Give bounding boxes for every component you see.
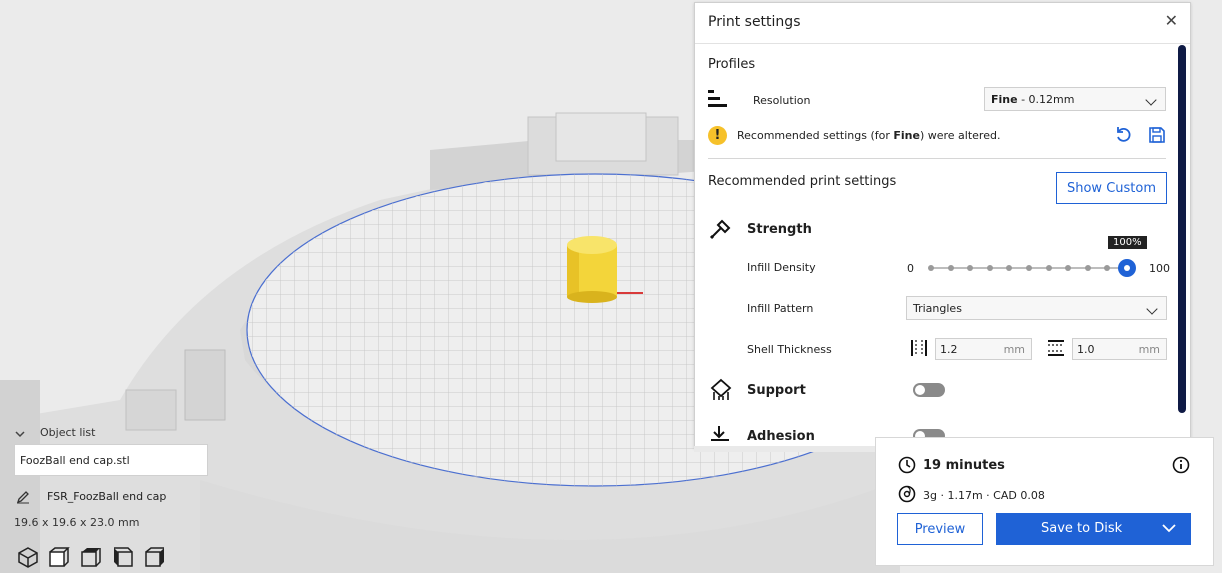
slider-tick: [947, 265, 954, 271]
object-file-name: FoozBall end cap.stl: [20, 454, 130, 467]
slider-tick: [1045, 265, 1052, 271]
hammer-icon: [709, 219, 731, 245]
clock-icon: [898, 456, 916, 478]
object-dimensions: 19.6 x 19.6 x 23.0 mm: [14, 516, 140, 529]
object-list-item[interactable]: FoozBall end cap.stl: [14, 444, 208, 476]
save-profile-icon[interactable]: [1148, 126, 1166, 148]
altered-settings-message: Recommended settings (for Fine) were alt…: [737, 129, 1001, 142]
print-time: 19 minutes: [923, 458, 1005, 473]
resolution-icon: [707, 88, 729, 114]
view-front-icon[interactable]: [48, 546, 70, 572]
model-cylinder: [567, 236, 617, 303]
resolution-label: Resolution: [753, 94, 811, 107]
material-estimate: 3g · 1.17m · CAD 0.08: [923, 489, 1045, 502]
slider-value-tooltip: 100%: [1108, 236, 1147, 249]
panel-bottom-edge: [694, 446, 876, 452]
panel-header: Print settings ✕: [695, 3, 1190, 44]
infill-pattern-select[interactable]: Triangles: [906, 296, 1167, 320]
profiles-heading: Profiles: [708, 57, 756, 72]
support-toggle[interactable]: [913, 383, 945, 397]
infill-pattern-value: Triangles: [913, 302, 962, 315]
support-icon: [709, 378, 733, 406]
chevron-down-icon[interactable]: [1162, 522, 1176, 537]
chevron-down-icon: [1146, 303, 1158, 315]
shell-thickness-label: Shell Thickness: [747, 343, 832, 356]
object-list-chevron-icon[interactable]: [15, 424, 25, 438]
infill-density-slider-handle[interactable]: [1118, 259, 1136, 277]
info-icon[interactable]: [1172, 456, 1190, 478]
top-bottom-thickness-icon: [1046, 338, 1066, 362]
show-custom-button[interactable]: Show Custom: [1056, 172, 1167, 204]
preview-button[interactable]: Preview: [897, 513, 983, 545]
strength-heading: Strength: [747, 222, 812, 237]
infill-pattern-label: Infill Pattern: [747, 302, 814, 315]
save-to-disk-button[interactable]: Save to Disk: [996, 513, 1191, 545]
view-left-icon[interactable]: [112, 546, 134, 572]
wall-thickness-input[interactable]: 1.2 mm: [935, 338, 1032, 360]
pencil-icon[interactable]: [16, 489, 30, 508]
object-list-header[interactable]: Object list: [40, 426, 95, 439]
slider-min-label: 0: [907, 262, 914, 275]
panel-title: Print settings: [708, 14, 801, 30]
slider-tick: [1084, 265, 1091, 271]
infill-density-label: Infill Density: [747, 261, 816, 274]
view-top-icon[interactable]: [80, 546, 102, 572]
adhesion-heading: Adhesion: [747, 429, 815, 444]
object-name: FSR_FoozBall end cap: [47, 490, 167, 503]
close-icon[interactable]: ✕: [1165, 11, 1178, 30]
wall-thickness-icon: [909, 338, 929, 362]
slider-max-label: 100: [1149, 262, 1170, 275]
section-divider: [708, 158, 1166, 159]
save-to-disk-label: Save to Disk: [1041, 521, 1123, 536]
resolution-value: Fine - 0.12mm: [991, 93, 1075, 106]
view-3d-icon[interactable]: [17, 546, 39, 572]
resolution-select[interactable]: Fine - 0.12mm: [984, 87, 1166, 111]
chevron-down-icon: [1145, 94, 1157, 106]
recommended-heading: Recommended print settings: [708, 174, 897, 189]
panel-scrollbar[interactable]: [1178, 45, 1186, 413]
slider-tick: [986, 265, 993, 271]
adhesion-icon: [709, 425, 731, 447]
spool-icon: [898, 485, 916, 507]
top-bottom-thickness-input[interactable]: 1.0 mm: [1072, 338, 1167, 360]
slider-tick: [928, 265, 934, 271]
slider-tick: [1026, 265, 1032, 271]
reset-icon[interactable]: [1115, 126, 1133, 148]
warning-icon: !: [708, 126, 727, 145]
support-heading: Support: [747, 383, 806, 398]
view-right-icon[interactable]: [144, 546, 166, 572]
